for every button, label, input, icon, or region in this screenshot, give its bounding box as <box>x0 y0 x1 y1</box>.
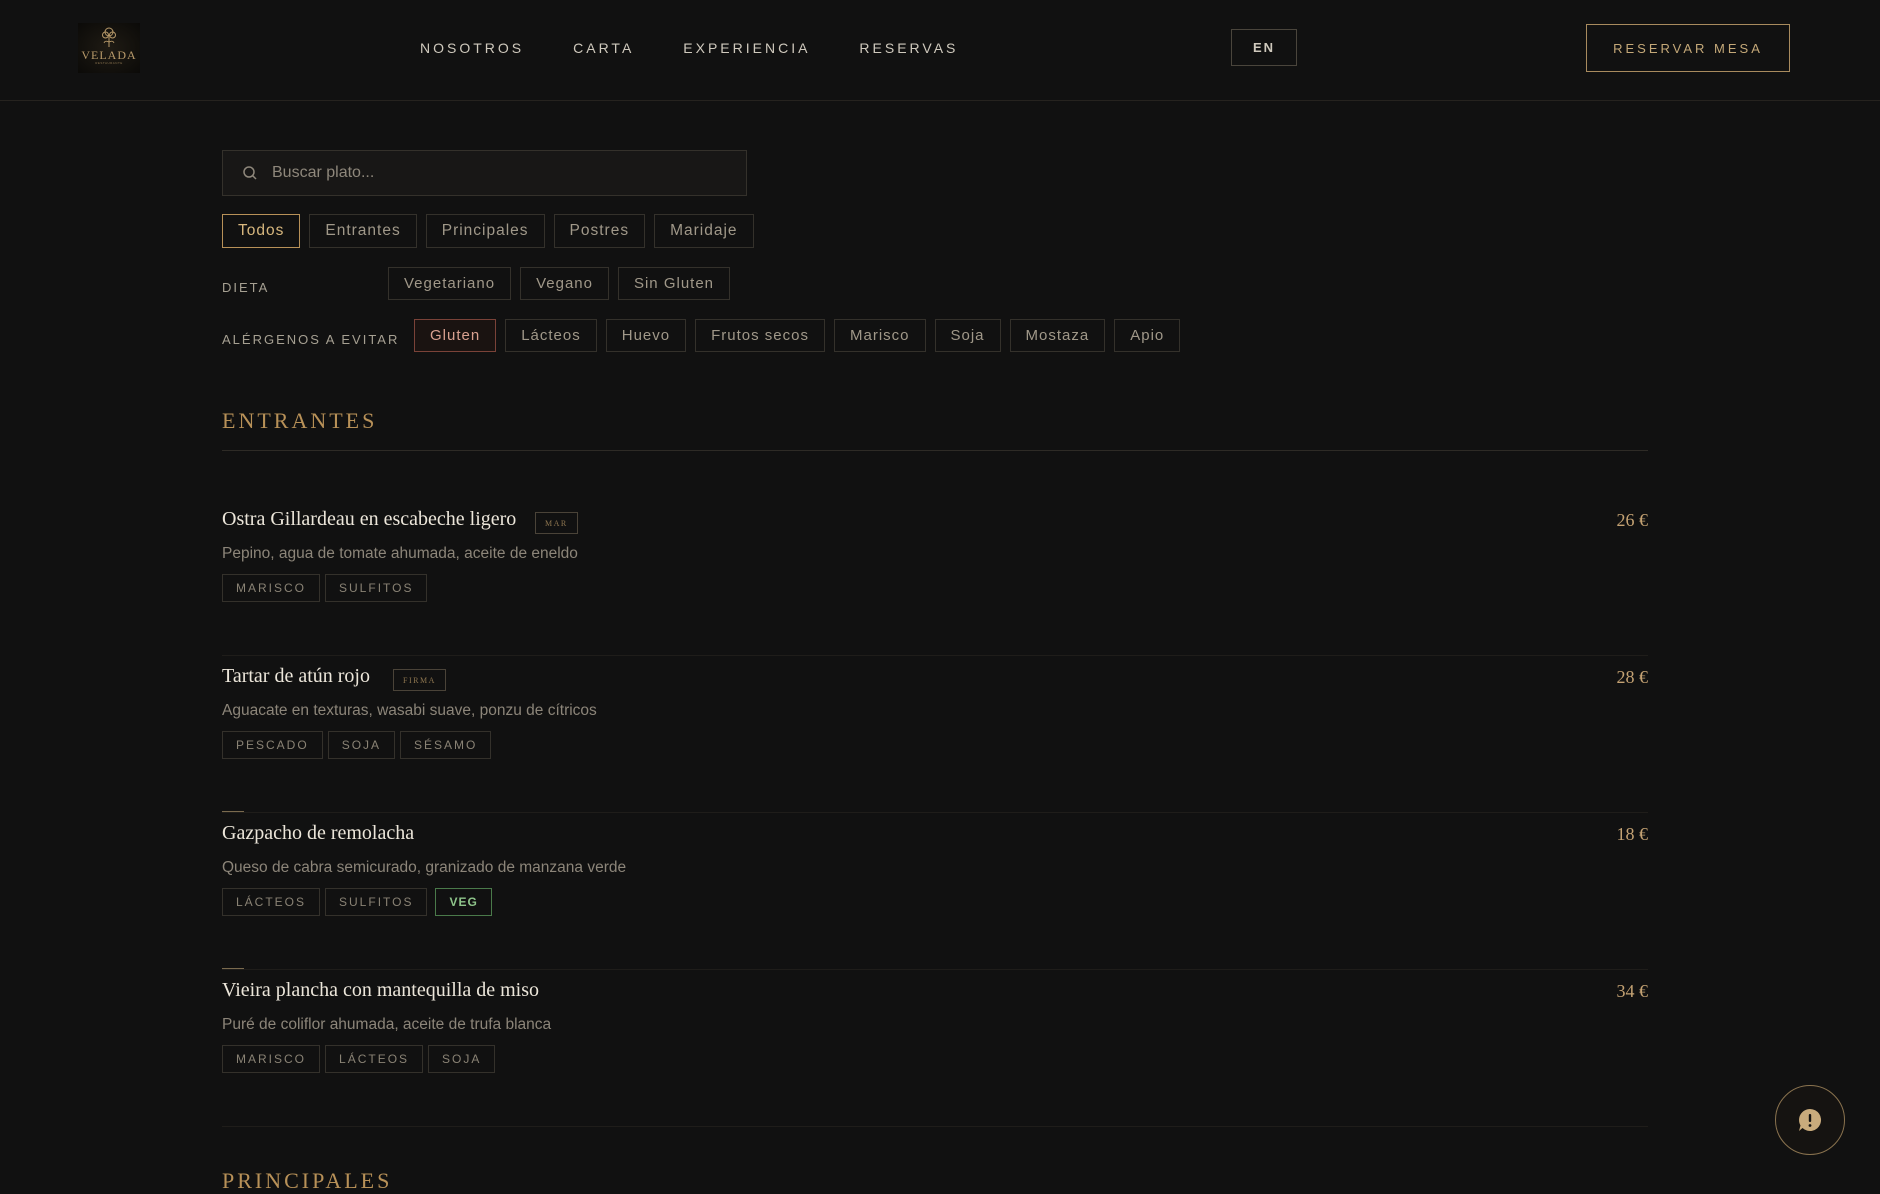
dish-badge: FIRMA <box>393 669 446 691</box>
dish-divider <box>222 812 1648 813</box>
allergen-tag: MARISCO <box>222 574 321 602</box>
chat-alert-icon <box>1799 1108 1822 1131</box>
dish-badge: MAR <box>535 512 578 534</box>
dish-search <box>222 150 747 196</box>
logo-text: VELADA <box>81 48 137 62</box>
dish-price: 18 € <box>1616 824 1649 844</box>
category-chip-principales[interactable]: Principales <box>425 214 545 248</box>
allergen-tag: SOJA <box>428 1045 496 1073</box>
dish-card[interactable]: Vieira plancha con mantequilla de miso 3… <box>222 979 1648 1136</box>
allergen-tags: MARISCO LÁCTEOS SOJA <box>222 1045 500 1073</box>
dish-name: Tartar de atún rojo <box>222 665 370 687</box>
allergen-filters: Gluten Lácteos Huevo Frutos secos Marisc… <box>414 319 1189 352</box>
site-header: VELADA RESTAURANTE NOSOTROS CARTA EXPERI… <box>0 0 1880 101</box>
allergen-chip-lacteos[interactable]: Lácteos <box>505 319 597 352</box>
category-chip-entrantes[interactable]: Entrantes <box>309 214 417 248</box>
main-nav: NOSOTROS CARTA EXPERIENCIA RESERVAS <box>420 40 1007 56</box>
allergen-tag: LÁCTEOS <box>325 1045 424 1073</box>
dish-card[interactable]: Ostra Gillardeau en escabeche ligero MAR… <box>222 508 1648 665</box>
nav-item-reservas[interactable]: RESERVAS <box>859 40 958 56</box>
search-input[interactable] <box>270 163 714 183</box>
allergens-label: ALÉRGENOS A EVITAR <box>222 332 400 347</box>
allergen-chip-huevo[interactable]: Huevo <box>605 319 687 352</box>
allergen-chip-mostaza[interactable]: Mostaza <box>1009 319 1106 352</box>
dish-description: Aguacate en texturas, wasabi suave, ponz… <box>222 702 597 719</box>
diet-label: DIETA <box>222 280 270 295</box>
allergen-chip-frutos-secos[interactable]: Frutos secos <box>695 319 825 352</box>
logo-subtext: RESTAURANTE <box>95 61 123 65</box>
dish-name: Ostra Gillardeau en escabeche ligero <box>222 508 517 530</box>
diet-chip-vegetariano[interactable]: Vegetariano <box>388 267 512 300</box>
category-filters: Todos Entrantes Principales Postres Mari… <box>222 214 763 248</box>
allergen-tag: SULFITOS <box>325 574 428 602</box>
dish-price: 26 € <box>1616 510 1649 530</box>
reserve-table-button[interactable]: RESERVAR MESA <box>1586 24 1790 72</box>
dish-divider <box>222 1126 1648 1127</box>
dish-divider <box>222 655 1648 656</box>
dish-name: Gazpacho de remolacha <box>222 822 415 844</box>
category-chip-postres[interactable]: Postres <box>553 214 646 248</box>
diet-filters: Vegetariano Vegano Sin Gluten <box>388 267 739 300</box>
section-title-principales: PRINCIPALES <box>222 1168 393 1193</box>
category-chip-todos[interactable]: Todos <box>222 214 301 248</box>
allergen-tags: MARISCO SULFITOS <box>222 574 432 602</box>
veg-badge: VEG <box>435 888 492 916</box>
dish-divider <box>222 969 1648 970</box>
allergen-tags: PESCADO SOJA SÉSAMO <box>222 731 496 759</box>
nav-item-nosotros[interactable]: NOSOTROS <box>420 40 524 56</box>
velada-logo[interactable]: VELADA RESTAURANTE <box>78 23 140 73</box>
dish-name: Vieira plancha con mantequilla de miso <box>222 979 540 1001</box>
chat-button[interactable] <box>1775 1085 1845 1155</box>
nav-item-carta[interactable]: CARTA <box>573 40 634 56</box>
allergen-tag: SÉSAMO <box>400 731 492 759</box>
allergen-chip-apio[interactable]: Apio <box>1114 319 1181 352</box>
dish-card[interactable]: Gazpacho de remolacha 18 € Queso de cabr… <box>222 822 1648 979</box>
dish-description: Pepino, agua de tomate ahumada, aceite d… <box>222 545 578 562</box>
search-icon <box>243 166 257 180</box>
allergen-tag: LÁCTEOS <box>222 888 321 916</box>
dish-description: Puré de coliflor ahumada, aceite de truf… <box>222 1016 552 1033</box>
section-title-entrantes: ENTRANTES <box>222 408 378 433</box>
allergen-tag: SOJA <box>327 731 396 759</box>
flower-emblem-icon <box>102 27 116 47</box>
allergen-tag: MARISCO <box>222 1045 321 1073</box>
diet-chip-sin-gluten[interactable]: Sin Gluten <box>617 267 731 300</box>
nav-item-experiencia[interactable]: EXPERIENCIA <box>683 40 810 56</box>
allergen-tag: PESCADO <box>222 731 323 759</box>
language-button[interactable]: EN <box>1231 29 1297 66</box>
allergen-chip-soja[interactable]: Soja <box>934 319 1001 352</box>
allergen-chip-marisco[interactable]: Marisco <box>833 319 926 352</box>
allergen-tags: LÁCTEOS SULFITOS VEG <box>222 888 497 916</box>
diet-chip-vegano[interactable]: Vegano <box>520 267 609 300</box>
dish-price: 28 € <box>1616 667 1649 687</box>
allergen-tag: SULFITOS <box>325 888 428 916</box>
section-divider <box>222 450 1648 451</box>
dish-price: 34 € <box>1616 981 1649 1001</box>
category-chip-maridaje[interactable]: Maridaje <box>654 214 754 248</box>
dish-card[interactable]: Tartar de atún rojo FIRMA 28 € Aguacate … <box>222 665 1648 822</box>
allergen-chip-gluten[interactable]: Gluten <box>414 319 497 352</box>
dish-description: Queso de cabra semicurado, granizado de … <box>222 859 627 876</box>
